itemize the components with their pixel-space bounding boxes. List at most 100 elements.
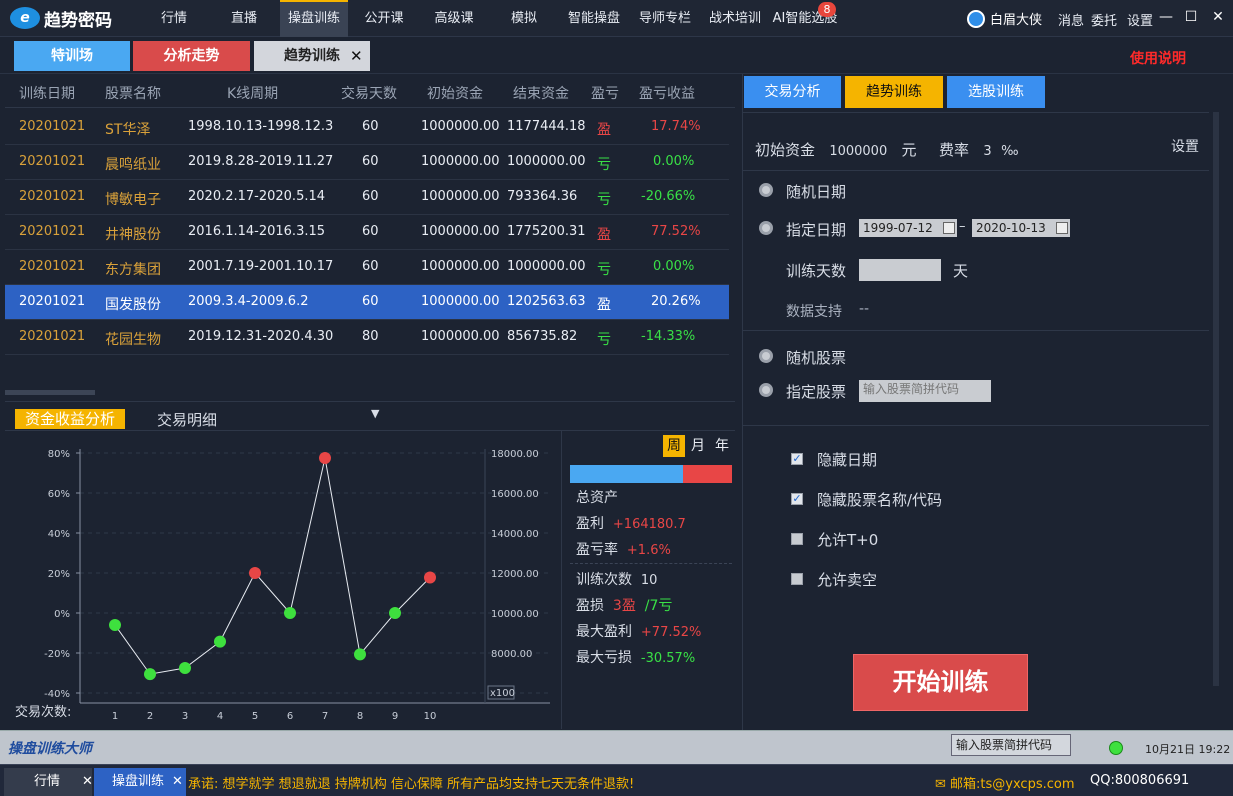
cell-date: 20201021 [19,119,86,134]
col-pl[interactable]: 盈亏 [591,83,619,103]
messages-link[interactable]: 消息 [1058,10,1084,29]
days-input[interactable] [859,259,941,281]
cell-period: 2016.1.14-2016.3.15 [188,224,326,239]
close-icon[interactable]: ✕ [82,768,93,796]
nav-tactics-training[interactable]: 战术培训 [704,0,766,37]
fixed-stock-radio[interactable] [759,383,773,397]
nav-mentor-column[interactable]: 导师专栏 [634,0,696,37]
nav-smart-trading[interactable]: 智能操盘 [562,0,626,37]
data-point [284,607,296,619]
col-init[interactable]: 初始资金 [427,83,483,103]
calendar-icon[interactable] [1056,222,1068,234]
tab-special-training[interactable]: 特训场 [14,41,130,71]
taskbar-tab-training[interactable]: 操盘训练 ✕ [94,768,186,796]
entrust-link[interactable]: 委托 [1091,10,1117,29]
col-days[interactable]: 交易天数 [341,83,397,103]
nav-quotes[interactable]: 行情 [152,0,196,37]
allow-t0-checkbox[interactable] [791,533,803,545]
tab-trend-analysis[interactable]: 分析走势 [133,41,250,71]
stats-panel: 周 月 年 总资产 盈利 +164180.7 盈亏率 +1.6% 训练次数 10… [561,431,735,729]
period-month-button[interactable]: 月 [687,435,709,457]
cell-name: 东方集团 [105,262,161,278]
table-row[interactable]: 20201021 东方集团 2001.7.19-2001.10.17 60 100000… [5,250,729,285]
help-link[interactable]: 使用说明 [1130,48,1186,68]
settings-button[interactable]: 设置 [1171,136,1199,156]
y-right-tick-label: 14000.00 [491,529,539,540]
nav-simulation[interactable]: 模拟 [502,0,546,37]
col-name[interactable]: 股票名称 [105,83,161,103]
y-right-tick-label: 16000.00 [491,489,539,500]
data-source-label: 数据支持 [786,304,842,320]
x-tick-label: 8 [357,711,363,722]
fixed-stock-label[interactable]: 指定股票 [786,381,846,402]
fixed-date-radio[interactable] [759,221,773,235]
col-return[interactable]: 盈亏收益 [639,83,695,103]
vertical-scrollbar[interactable] [1213,112,1219,686]
table-row[interactable]: 20201021 晨鸣纸业 2019.8.28-2019.11.27 60 100000… [5,145,729,180]
app-logo[interactable]: e 趋势密码 [10,6,112,31]
status-search-input[interactable]: 输入股票简拼代码 [951,734,1071,756]
minimize-icon[interactable]: — [1158,9,1174,25]
nav-open-class[interactable]: 公开课 [356,0,412,37]
nav-live[interactable]: 直播 [222,0,266,37]
col-end[interactable]: 结束资金 [513,83,569,103]
hide-name-label[interactable]: 隐藏股票名称/代码 [817,489,942,510]
fixed-date-label[interactable]: 指定日期 [786,219,846,240]
hide-date-label[interactable]: 隐藏日期 [817,449,877,470]
tab-trade-analysis[interactable]: 交易分析 [744,76,841,108]
horizontal-scrollbar[interactable] [5,390,95,395]
close-icon[interactable]: ✕ [1210,9,1226,25]
fee-value: 3 [983,144,992,159]
cell-pl: 亏 [597,262,611,278]
table-row[interactable]: 20201021 花园生物 2019.12.31-2020.4.30 80 100000… [5,320,729,355]
random-date-label[interactable]: 随机日期 [786,181,846,202]
tab-close-icon[interactable]: ✕ [350,47,363,65]
random-date-radio[interactable] [759,183,773,197]
close-icon[interactable]: ✕ [172,768,183,796]
allow-short-label[interactable]: 允许卖空 [817,569,877,590]
cell-init: 1000000.00 [421,329,500,344]
settings-link[interactable]: 设置 [1127,10,1153,29]
hide-date-checkbox[interactable]: ✓ [791,453,803,465]
tab-trend-training-settings[interactable]: 趋势训练 [845,76,943,108]
tab-trade-details[interactable]: 交易明细 [157,409,217,430]
cell-name: 井神股份 [105,227,161,243]
col-date[interactable]: 训练日期 [19,83,75,103]
calendar-icon[interactable] [943,222,955,234]
allow-t0-label[interactable]: 允许T+0 [817,529,878,550]
stock-code-input[interactable]: 输入股票简拼代码 [859,380,991,402]
y-right-tick-label: 18000.00 [491,449,539,460]
email-link[interactable]: ✉ 邮箱:ts@yxcps.com [935,773,1075,792]
user-menu[interactable]: 白眉大侠 [967,9,1042,28]
random-stock-label[interactable]: 随机股票 [786,347,846,368]
nav-advanced-class[interactable]: 高级课 [426,0,482,37]
maximize-icon[interactable]: ☐ [1183,9,1199,25]
taskbar-tab-quotes[interactable]: 行情 ✕ [4,768,93,796]
cell-pl: 盈 [597,227,611,243]
period-week-button[interactable]: 周 [663,435,685,457]
y-left-tick-label: -20% [44,649,70,660]
random-stock-radio[interactable] [759,349,773,363]
start-training-button[interactable]: 开始训练 [853,654,1028,711]
data-point [424,571,436,584]
cell-days: 60 [362,294,379,309]
qq-link[interactable]: QQ:800806691 [1090,773,1189,788]
x-tick-label: 3 [182,711,188,722]
cell-return: 77.52% [651,224,701,239]
status-bar: 操盘训练大师 输入股票简拼代码 10月21日 19:22 [0,730,1233,764]
dropdown-arrow-icon[interactable]: ▼ [371,407,379,420]
table-row[interactable]: 20201021 ST华泽 1998.10.13-1998.12.3 60 100000… [5,110,729,145]
allow-short-checkbox[interactable] [791,573,803,585]
col-period[interactable]: K线周期 [227,83,278,103]
table-row[interactable]: 20201021 国发股份 2009.3.4-2009.6.2 60 1000000.0… [5,285,729,320]
data-point [389,607,401,619]
table-row[interactable]: 20201021 博敏电子 2020.2.17-2020.5.14 60 1000000… [5,180,729,215]
period-year-button[interactable]: 年 [711,435,733,457]
nav-trading-training[interactable]: 操盘训练 [280,0,348,37]
loss-bar [683,465,732,483]
cell-return: -14.33% [641,329,696,344]
tab-stock-pick-training[interactable]: 选股训练 [947,76,1045,108]
tab-fund-analysis[interactable]: 资金收益分析 [15,409,125,429]
table-row[interactable]: 20201021 井神股份 2016.1.14-2016.3.15 60 1000000… [5,215,729,250]
hide-name-checkbox[interactable]: ✓ [791,493,803,505]
